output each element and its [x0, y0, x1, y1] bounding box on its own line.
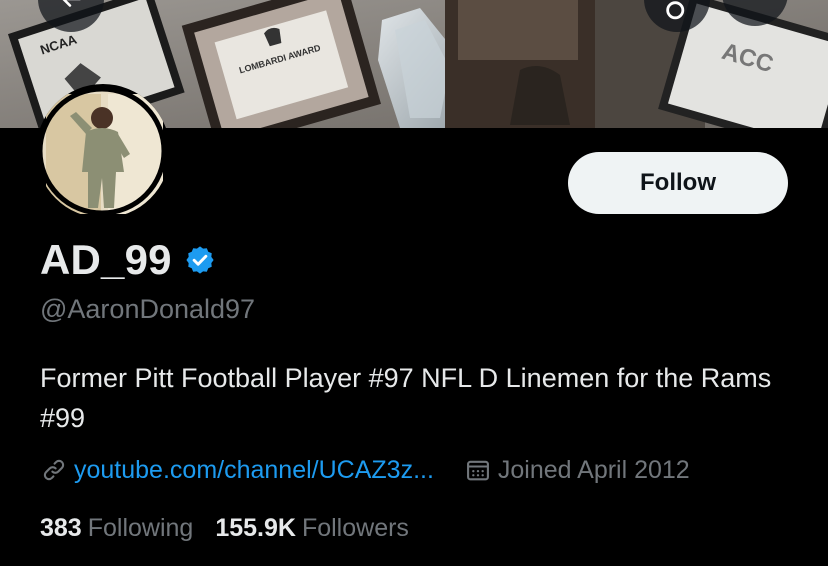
profile-bio: Former Pitt Football Player #97 NFL D Li…	[40, 363, 772, 433]
website-item[interactable]: youtube.com/channel/UCAZ3z...	[40, 456, 434, 485]
website-link[interactable]: youtube.com/channel/UCAZ3z...	[74, 456, 434, 485]
verified-badge-icon	[186, 246, 214, 274]
name-row: AD_99	[40, 234, 216, 286]
following-label: Following	[87, 513, 194, 542]
profile-stats: 383 Following 155.9K Followers	[40, 510, 409, 546]
back-arrow-icon	[62, 0, 81, 7]
joined-item: Joined April 2012	[464, 456, 690, 485]
lombardi-plaque: LOMBARDI AWARD	[181, 0, 382, 128]
following-count: 383	[40, 513, 82, 542]
search-icon	[666, 1, 685, 20]
joined-date: Joined April 2012	[497, 455, 690, 484]
verified-badge[interactable]	[184, 244, 216, 276]
user-handle: @AaronDonald97	[40, 294, 256, 324]
followers-stat[interactable]: 155.9K Followers	[215, 514, 409, 543]
avatar[interactable]	[36, 84, 170, 218]
display-name: AD_99	[40, 236, 172, 283]
following-stat[interactable]: 383 Following	[40, 514, 193, 543]
followers-count: 155.9K	[215, 513, 296, 542]
follow-button[interactable]: Follow	[568, 152, 788, 214]
avatar-image	[37, 86, 167, 216]
followers-label: Followers	[301, 513, 409, 542]
link-icon	[40, 456, 68, 484]
calendar-icon	[464, 456, 492, 484]
profile-meta: youtube.com/channel/UCAZ3z... Joined Apr…	[40, 452, 690, 488]
more-icon	[742, 0, 768, 6]
